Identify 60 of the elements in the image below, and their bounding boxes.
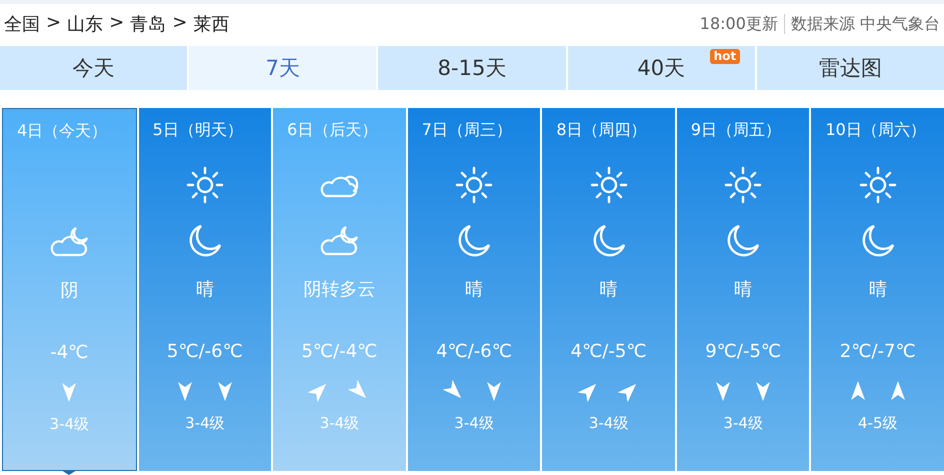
breadcrumb-link[interactable]: 全国 bbox=[4, 12, 40, 36]
breadcrumb-separator: > bbox=[172, 12, 188, 35]
wind-level: 3-4级 bbox=[723, 414, 763, 433]
temperature: 4℃/-6℃ bbox=[436, 341, 512, 362]
cloud-moon-icon bbox=[48, 225, 90, 259]
breadcrumb-link[interactable]: 莱西 bbox=[193, 12, 230, 36]
date-label: 10日（周六） bbox=[824, 120, 926, 141]
temperature: -4℃ bbox=[50, 342, 88, 363]
weather-label: 阴转多云 bbox=[303, 278, 376, 301]
sun-icon bbox=[454, 165, 494, 205]
moon-icon bbox=[725, 223, 762, 259]
cloud-moon-icon bbox=[318, 224, 360, 258]
moon-icon bbox=[456, 223, 492, 259]
hot-badge: hot bbox=[710, 49, 740, 64]
temperature: 4℃/-5℃ bbox=[570, 341, 647, 362]
date-label: 7日（周三） bbox=[420, 120, 512, 141]
sun-icon bbox=[184, 165, 225, 205]
update-time: 18:00更新 bbox=[700, 14, 778, 34]
temperature: 2℃/-7℃ bbox=[840, 341, 916, 362]
sun-icon bbox=[858, 165, 898, 205]
weather-label: 晴 bbox=[196, 278, 214, 301]
breadcrumb-link[interactable]: 青岛 bbox=[130, 12, 166, 36]
sun-icon bbox=[588, 165, 629, 205]
day-card[interactable]: 8日（周四） 晴 4℃/-5℃ 3-4级 bbox=[542, 108, 675, 471]
date-label: 6日（后天） bbox=[286, 120, 378, 141]
tab[interactable]: 8-15天 bbox=[378, 46, 566, 90]
moon-icon bbox=[590, 223, 627, 259]
weather-label: 晴 bbox=[600, 278, 618, 301]
moon-icon bbox=[860, 223, 896, 259]
date-label: 4日（今天） bbox=[16, 121, 108, 142]
weather-label: 晴 bbox=[734, 278, 752, 301]
wind-level: 4-5级 bbox=[858, 414, 898, 433]
temperature: 5℃/-4℃ bbox=[301, 341, 378, 362]
wind-level: 3-4级 bbox=[588, 414, 628, 433]
weather-label: 阴 bbox=[60, 279, 78, 302]
breadcrumb-separator: > bbox=[109, 12, 124, 35]
date-label: 5日（明天） bbox=[152, 120, 243, 141]
date-label: 9日（周五） bbox=[690, 120, 782, 141]
wind-level: 3-4级 bbox=[50, 415, 90, 434]
weather-label: 晴 bbox=[868, 278, 887, 301]
sun-icon bbox=[723, 165, 764, 205]
day-card[interactable]: 9日（周五） 晴 9℃/-5℃ 3-4级 bbox=[676, 108, 810, 471]
tab[interactable]: 7天 bbox=[189, 46, 376, 90]
temperature: 9℃/-5℃ bbox=[705, 341, 782, 362]
tab[interactable]: 雷达图 bbox=[756, 46, 944, 90]
wind-level: 3-4级 bbox=[185, 414, 225, 433]
weather-label: 晴 bbox=[465, 278, 484, 301]
tab[interactable]: 40天 hot bbox=[568, 46, 755, 90]
wind-level: 3-4级 bbox=[320, 414, 360, 433]
date-label: 8日（周四） bbox=[555, 120, 646, 141]
day-card[interactable]: 7日（周三） 晴 4℃/-6℃ 3-4级 bbox=[408, 108, 540, 471]
breadcrumb-link[interactable]: 山东 bbox=[67, 12, 104, 36]
moon-icon bbox=[186, 223, 223, 259]
tab[interactable]: 今天 bbox=[0, 46, 188, 90]
temperature: 5℃/-6℃ bbox=[166, 341, 243, 362]
day-card[interactable]: 5日（明天） 晴 5℃/-6℃ 3-4级 bbox=[138, 108, 272, 471]
day-card[interactable]: 10日（周六） 晴 2℃/-7℃ 4-5级 bbox=[811, 108, 944, 471]
breadcrumb-separator: > bbox=[46, 12, 62, 35]
data-source: 数据来源 中央气象台 bbox=[790, 14, 940, 34]
wind-level: 3-4级 bbox=[454, 414, 494, 433]
